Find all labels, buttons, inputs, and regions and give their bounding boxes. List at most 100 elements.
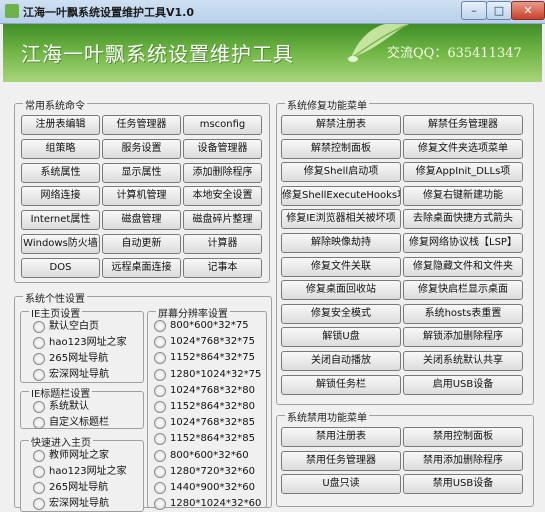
quick-home-option-2[interactable]: 265网址导航 [33,481,143,495]
resolution-option-2[interactable]: 1152*864*32*75 [154,351,264,365]
common-button-r4c1[interactable]: 磁盘管理 [102,210,181,231]
repair-button-r5c1[interactable]: 修复网络协议栈【LSP】 [403,233,523,253]
repair-button-r6c1[interactable]: 修复隐藏文件和文件夹 [403,256,523,277]
resolution-radio-4[interactable] [154,384,166,397]
repair-button-r11c0[interactable]: 解锁任务栏 [281,374,401,395]
disable-button-r2c1[interactable]: 禁用USB设备 [403,474,523,495]
common-button-r5c2[interactable]: 计算器 [183,234,262,254]
common-button-r0c1[interactable]: 任务管理器 [102,115,181,135]
repair-button-r7c0[interactable]: 修复桌面回收站 [281,280,401,301]
ie-home-radio-0[interactable] [33,321,45,333]
resolution-option-9[interactable]: 1280*720*32*60 [154,465,264,479]
ie-home-option-1[interactable]: hao123网址之家 [33,336,143,350]
resolution-option-11[interactable]: 1280*1024*32*60 [154,497,264,511]
ie-title-option-0[interactable]: 系统默认 [33,400,143,414]
repair-button-r4c0[interactable]: 修复IE浏览器相关被坏项 [281,209,401,230]
ie-home-option-0[interactable]: 默认空白页 [33,320,143,334]
ie-title-radio-1[interactable] [33,417,45,429]
repair-button-r2c1[interactable]: 修复AppInit_DLLs项 [403,162,523,183]
repair-button-r10c0[interactable]: 关闭自动播放 [281,351,401,371]
repair-button-r5c0[interactable]: 解除映像劫持 [281,233,401,253]
resolution-radio-5[interactable] [154,401,166,413]
resolution-label-0: 800*600*32*75 [170,320,249,331]
common-button-r1c1[interactable]: 服务设置 [102,138,181,159]
common-button-r0c0[interactable]: 注册表编辑 [21,115,100,135]
disable-button-r2c0[interactable]: U盘只读 [281,474,401,495]
repair-button-r9c1[interactable]: 解锁添加删除程序 [403,327,523,348]
resolution-radio-6[interactable] [154,417,166,430]
common-button-r4c0[interactable]: Internet属性 [21,210,100,231]
quick-home-option-1[interactable]: hao123网址之家 [33,465,143,479]
repair-button-r3c0[interactable]: 修复ShellExecuteHooks项 [281,185,401,206]
resolution-radio-8[interactable] [154,449,166,462]
resolution-radio-1[interactable] [154,336,166,349]
repair-button-r8c1[interactable]: 系统hosts表重置 [403,303,523,324]
repair-button-r4c1[interactable]: 去除桌面快捷方式箭头 [403,209,523,230]
repair-button-r6c0[interactable]: 修复文件关联 [281,256,401,277]
quick-home-option-3[interactable]: 宏深网址导航 [33,497,143,511]
repair-button-r9c0[interactable]: 解锁U盘 [281,327,401,348]
common-button-r3c0[interactable]: 网络连接 [21,186,100,207]
resolution-option-6[interactable]: 1024*768*32*85 [154,416,264,430]
repair-button-r10c1[interactable]: 关闭系统默认共享 [403,351,523,371]
common-button-r2c0[interactable]: 系统属性 [21,162,100,183]
common-button-r2c1[interactable]: 显示属性 [102,162,181,183]
common-button-r4c2[interactable]: 磁盘碎片整理 [183,210,262,231]
disable-button-r0c1[interactable]: 禁用控制面板 [403,427,523,447]
ie-title-radio-0[interactable] [33,401,45,413]
common-button-r0c2[interactable]: msconfig [183,115,262,135]
quick-home-option-0[interactable]: 教师网址之家 [33,449,143,463]
resolution-option-10[interactable]: 1440*900*32*60 [154,481,264,495]
common-button-r3c2[interactable]: 本地安全设置 [183,186,262,207]
resolution-option-3[interactable]: 1280*1024*32*75 [154,368,264,382]
repair-button-r11c1[interactable]: 启用USB设备 [403,374,523,395]
ie-home-radio-2[interactable] [33,353,45,365]
resolution-option-1[interactable]: 1024*768*32*75 [154,335,264,349]
repair-button-r7c1[interactable]: 修复快启栏显示桌面 [403,280,523,301]
ie-home-option-2[interactable]: 265网址导航 [33,352,143,366]
quick-home-radio-2[interactable] [33,482,45,494]
resolution-radio-0[interactable] [154,320,166,332]
repair-button-r1c1[interactable]: 修复文件夹选项菜单 [403,138,523,159]
common-button-r2c2[interactable]: 添加删除程序 [183,162,262,183]
resolution-option-0[interactable]: 800*600*32*75 [154,319,264,333]
resolution-radio-10[interactable] [154,482,166,494]
ie-home-radio-3[interactable] [33,369,45,381]
resolution-option-4[interactable]: 1024*768*32*80 [154,384,264,398]
resolution-radio-7[interactable] [154,433,166,446]
common-button-r5c0[interactable]: Windows防火墙 [21,234,100,254]
ie-home-option-3[interactable]: 宏深网址导航 [33,368,143,382]
quick-home-radio-0[interactable] [33,450,45,462]
resolution-radio-9[interactable] [154,465,166,478]
common-button-r6c0[interactable]: DOS [21,257,100,278]
common-button-r1c2[interactable]: 设备管理器 [183,138,262,159]
common-button-r6c1[interactable]: 远程桌面连接 [102,257,181,278]
minimize-button[interactable]: – [461,1,487,20]
repair-button-r0c0[interactable]: 解禁注册表 [281,115,401,135]
disable-button-r0c0[interactable]: 禁用注册表 [281,427,401,447]
common-button-r1c0[interactable]: 组策略 [21,138,100,159]
resolution-radio-2[interactable] [154,352,166,365]
repair-button-r1c0[interactable]: 解禁控制面板 [281,138,401,159]
common-button-r6c2[interactable]: 记事本 [183,257,262,278]
maximize-button[interactable]: □ [486,1,512,20]
resolution-group: 屏幕分辨率设置 800*600*32*75 1024*768*32*75 1152*… [147,305,267,511]
resolution-radio-3[interactable] [154,368,166,381]
resolution-option-7[interactable]: 1152*864*32*85 [154,432,264,446]
close-button[interactable]: ✕ [511,1,545,20]
common-button-r5c1[interactable]: 自动更新 [102,234,181,254]
repair-button-r2c0[interactable]: 修复Shell启动项 [281,162,401,183]
resolution-option-8[interactable]: 800*600*32*60 [154,449,264,463]
window-title: 江海一叶飘系统设置维护工具V1.0 [23,6,194,19]
quick-home-radio-1[interactable] [33,466,45,478]
repair-button-r8c0[interactable]: 修复安全模式 [281,303,401,324]
repair-button-r0c1[interactable]: 解禁任务管理器 [403,115,523,135]
ie-title-option-1[interactable]: 自定义标题栏 [33,416,143,430]
resolution-option-5[interactable]: 1152*864*32*80 [154,400,264,414]
disable-button-r1c0[interactable]: 禁用任务管理器 [281,450,401,471]
disable-button-r1c1[interactable]: 禁用添加删除程序 [403,450,523,471]
repair-button-r3c1[interactable]: 修复右键新建功能 [403,185,523,206]
ie-home-radio-1[interactable] [33,337,45,349]
common-button-r3c1[interactable]: 计算机管理 [102,186,181,207]
resolution-label-10: 1440*900*32*60 [170,482,255,493]
